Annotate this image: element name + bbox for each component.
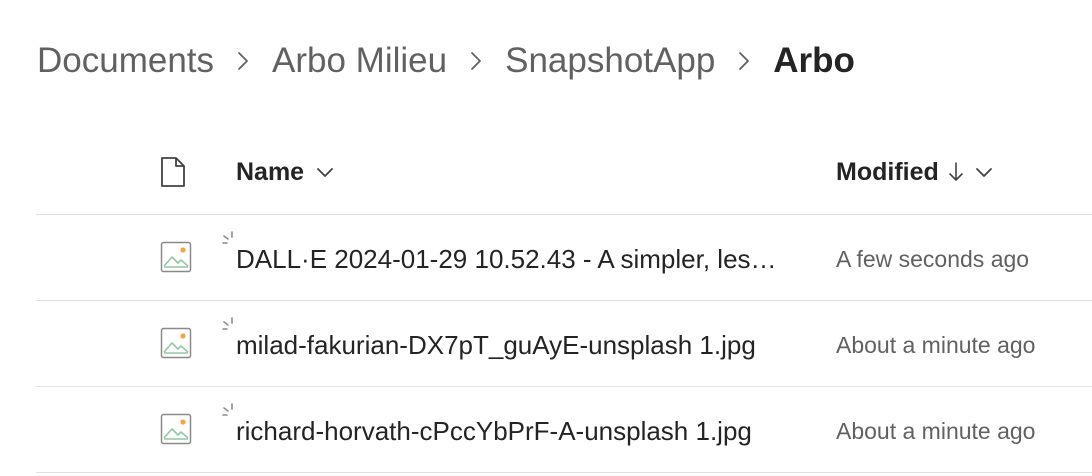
column-header-row: Name Modified [36, 130, 1092, 215]
file-row[interactable]: richard-horvath-cPccYbPrF-A-unsplash 1.j… [36, 387, 1092, 473]
file-row[interactable]: milad-fakurian-DX7pT_guAyE-unsplash 1.jp… [36, 301, 1092, 387]
column-header-modified-label: Modified [836, 157, 939, 186]
file-row[interactable]: DALL·E 2024-01-29 10.52.43 - A simpler, … [36, 215, 1092, 301]
file-browser: Documents Arbo Milieu SnapshotApp Arbo N… [0, 0, 1092, 476]
breadcrumb-item-current: Arbo [773, 41, 855, 80]
breadcrumb: Documents Arbo Milieu SnapshotApp Arbo [37, 38, 855, 84]
document-icon[interactable] [160, 156, 186, 188]
breadcrumb-item-documents[interactable]: Documents [37, 41, 214, 81]
breadcrumb-item-arbo-milieu[interactable]: Arbo Milieu [272, 41, 447, 81]
column-header-name-label: Name [236, 157, 305, 186]
image-file-icon [160, 327, 192, 359]
file-modified: A few seconds ago [836, 246, 1030, 272]
arrow-down-icon [948, 161, 963, 183]
file-name[interactable]: milad-fakurian-DX7pT_guAyE-unsplash 1.jp… [236, 325, 796, 365]
file-modified: About a minute ago [836, 332, 1036, 358]
image-file-icon [160, 413, 192, 445]
file-modified: About a minute ago [836, 418, 1036, 444]
chevron-down-icon [316, 166, 334, 178]
chevron-right-icon [447, 38, 505, 84]
breadcrumb-item-snapshotapp[interactable]: SnapshotApp [505, 41, 715, 81]
image-file-icon [160, 241, 192, 273]
column-header-name[interactable]: Name [236, 154, 334, 190]
chevron-right-icon [715, 38, 773, 84]
column-header-modified[interactable]: Modified [836, 154, 993, 190]
chevron-down-icon [975, 166, 993, 178]
file-name[interactable]: richard-horvath-cPccYbPrF-A-unsplash 1.j… [236, 411, 796, 451]
file-name[interactable]: DALL·E 2024-01-29 10.52.43 - A simpler, … [236, 239, 792, 279]
chevron-right-icon [214, 38, 272, 84]
